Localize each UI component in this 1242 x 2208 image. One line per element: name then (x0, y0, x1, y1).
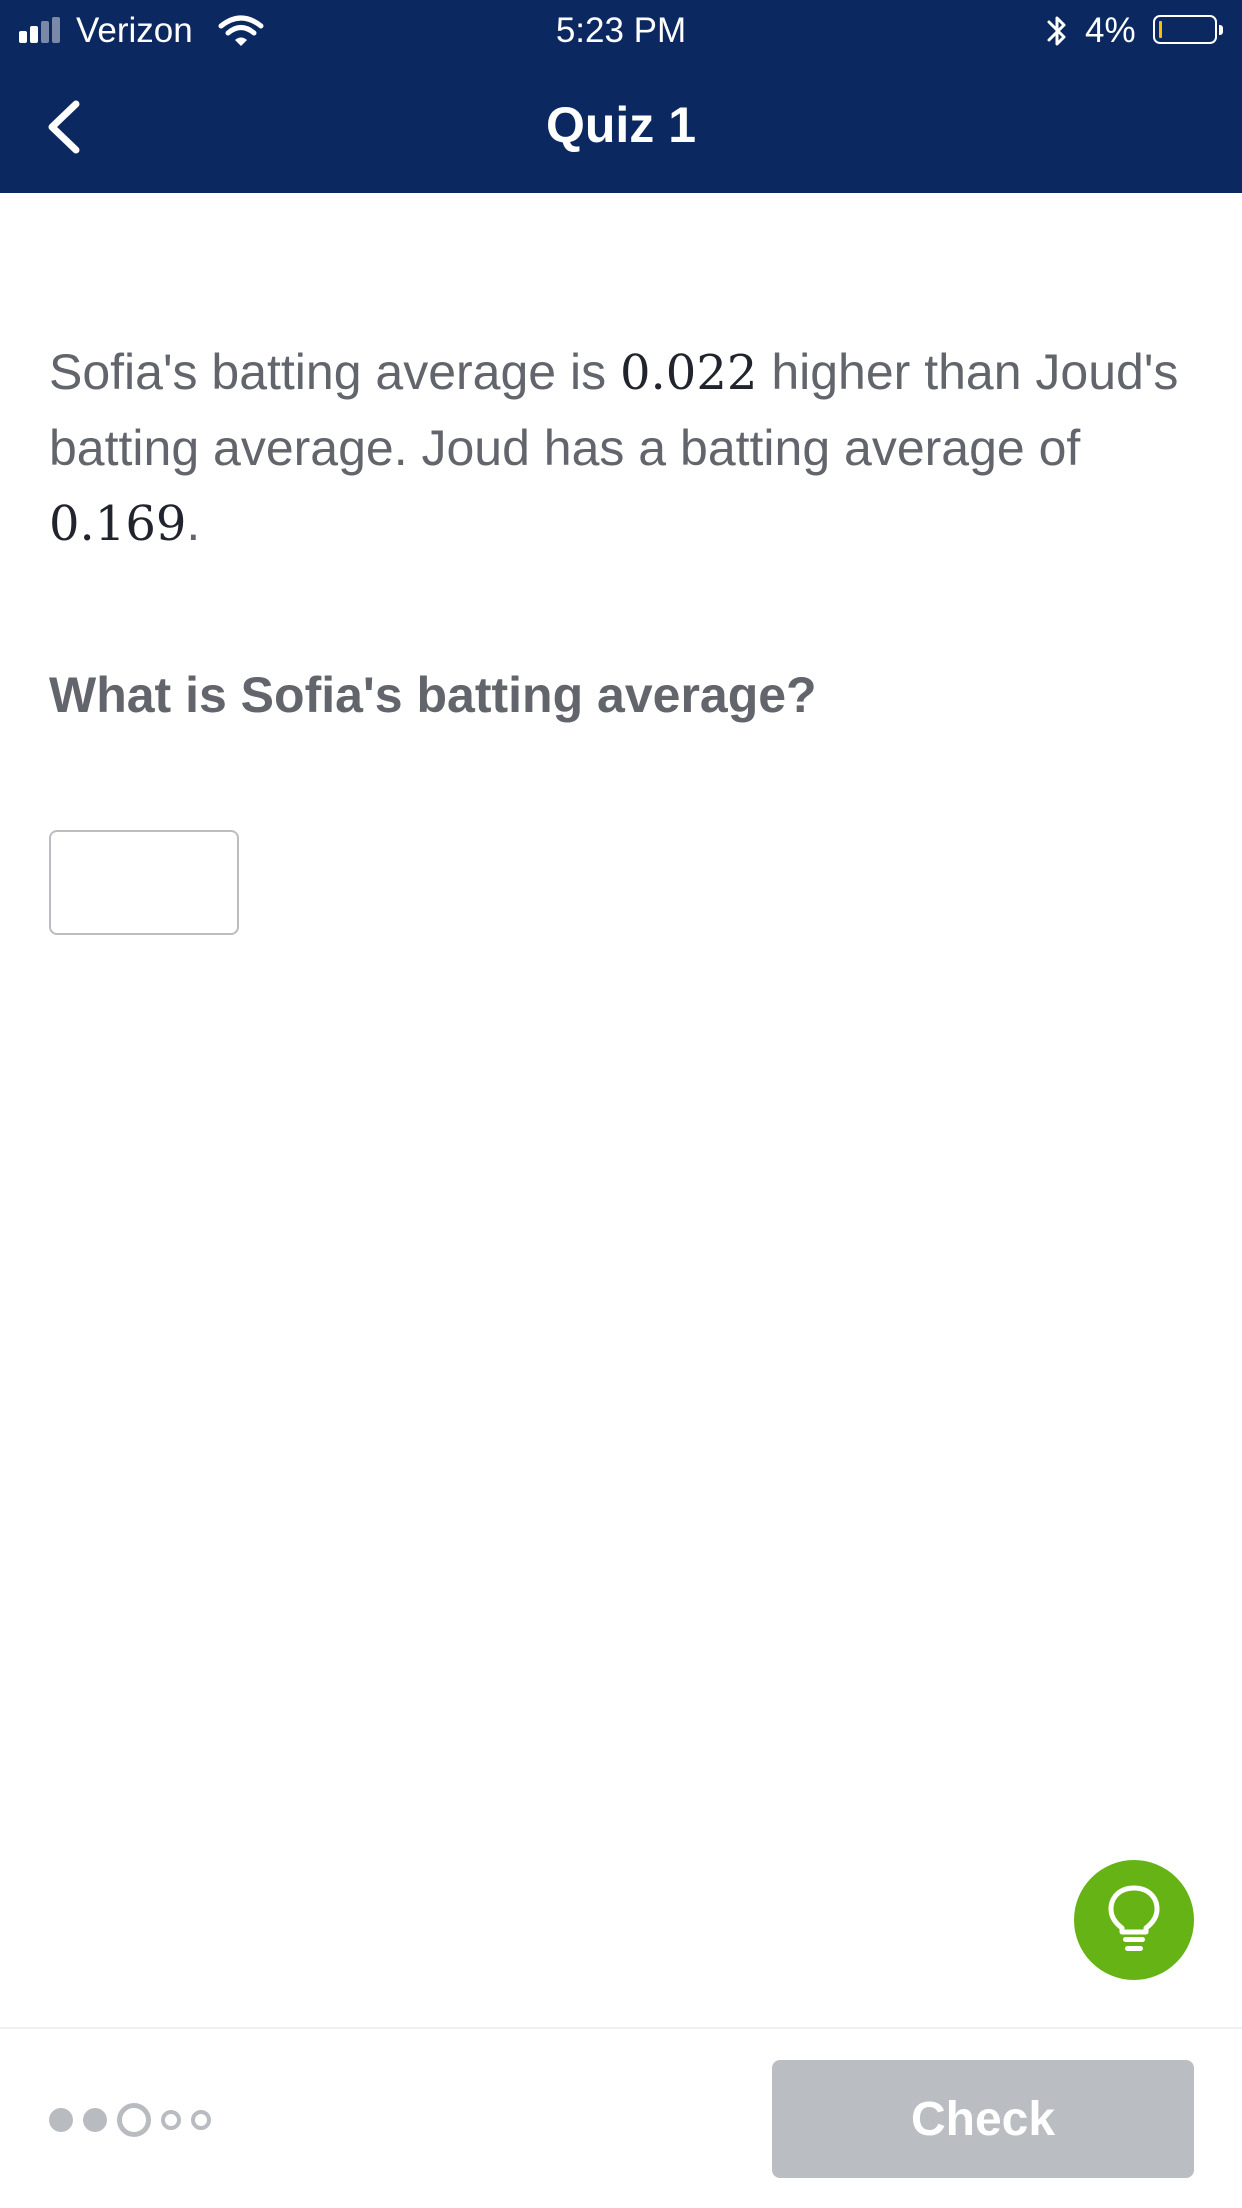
page-title: Quiz 1 (545, 97, 697, 153)
progress-indicator (49, 2100, 239, 2140)
lightbulb-icon (1108, 1885, 1160, 1951)
progress-dot-completed (83, 2108, 107, 2132)
status-bar: Verizon 5:23 PM 4% (0, 0, 1242, 62)
footer-divider (0, 2027, 1242, 2029)
question-text: What is Sofia's batting average? (49, 667, 817, 723)
problem-statement: Sofia's batting average is 0.022 higher … (49, 335, 1199, 562)
quiz-screen: Verizon 5:23 PM 4% Quiz 1 Sofia's battin… (0, 0, 1242, 2208)
battery-percent: 4% (1085, 11, 1136, 50)
check-button[interactable]: Check (772, 2060, 1194, 2178)
answer-input[interactable] (49, 830, 239, 935)
hint-button[interactable] (1074, 1860, 1194, 1980)
progress-dot-completed (49, 2108, 73, 2132)
progress-dot-current (117, 2103, 151, 2137)
progress-dot-upcoming (191, 2110, 211, 2130)
header: Verizon 5:23 PM 4% Quiz 1 (0, 0, 1242, 193)
math-value-difference: 0.022 (620, 345, 758, 401)
battery-icon (1153, 15, 1223, 44)
problem-text: Sofia's batting average is 0.022 higher … (49, 335, 1199, 562)
bluetooth-icon (1047, 16, 1066, 46)
problem-text-part-3: . (186, 495, 201, 551)
problem-text-part-1: Sofia's batting average is (49, 344, 620, 400)
math-value-joud-average: 0.169 (49, 496, 187, 552)
progress-dot-upcoming (161, 2110, 181, 2130)
